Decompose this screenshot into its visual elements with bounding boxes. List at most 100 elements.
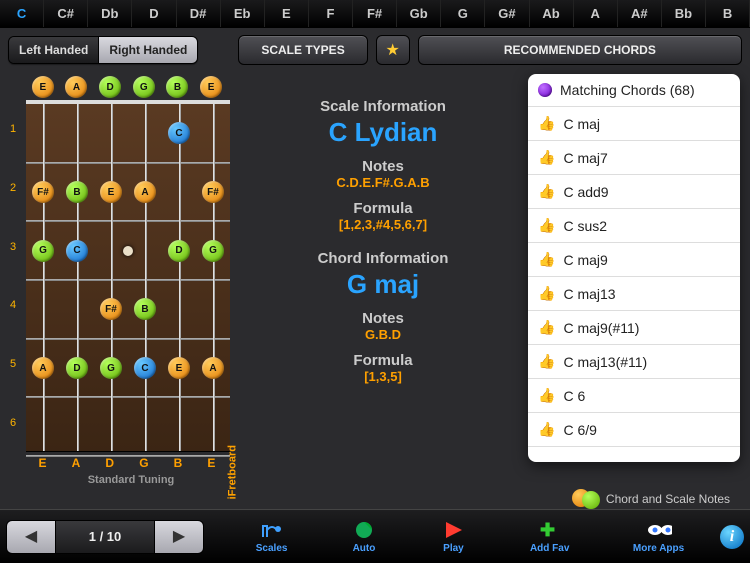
- fret-note[interactable]: D: [66, 357, 88, 379]
- fret-note[interactable]: D: [168, 240, 190, 262]
- key-B[interactable]: B: [706, 0, 750, 27]
- fret-note[interactable]: A: [32, 357, 54, 379]
- tab-add-fav[interactable]: ✚Add Fav: [530, 519, 569, 554]
- key-Gsharp[interactable]: G#: [485, 0, 529, 27]
- scale-formula: [1,2,3,#4,5,6,7]: [244, 217, 522, 232]
- chord-label: C maj13: [563, 286, 615, 302]
- string-label: E: [207, 456, 215, 470]
- chord-row[interactable]: 👍C add9: [528, 175, 740, 209]
- key-Eb[interactable]: Eb: [221, 0, 265, 27]
- scale-types-button[interactable]: SCALE TYPES: [238, 35, 367, 65]
- fret-note[interactable]: C: [134, 357, 156, 379]
- chord-notes: G.B.D: [244, 327, 522, 342]
- fret-note[interactable]: A: [134, 181, 156, 203]
- chord-row[interactable]: 👍C 6: [528, 379, 740, 413]
- fretboard-column: EADGBE CF#BEAF#GCDGF#BADGCEA EADGBE Stan…: [4, 76, 236, 509]
- chevron-left-icon: ◀: [25, 528, 37, 545]
- tab-label: More Apps: [633, 543, 684, 554]
- key-Dsharp[interactable]: D#: [177, 0, 221, 27]
- fret-note[interactable]: F#: [100, 298, 122, 320]
- tab-scales[interactable]: Scales: [256, 519, 288, 554]
- chord-notes-heading: Notes: [244, 310, 522, 327]
- chord-row[interactable]: 👍 C sus2: [528, 209, 740, 243]
- tab-label: Play: [443, 543, 464, 554]
- string-label: A: [72, 456, 81, 470]
- key-F[interactable]: F: [309, 0, 353, 27]
- string-label: E: [39, 456, 47, 470]
- star-icon: ★: [386, 40, 400, 60]
- chord-label: C maj13(#11): [563, 354, 647, 370]
- chord-formula-heading: Formula: [244, 352, 522, 369]
- right-handed-button[interactable]: Right Handed: [99, 37, 197, 63]
- key-D[interactable]: D: [132, 0, 176, 27]
- key-A[interactable]: A: [574, 0, 618, 27]
- chord-row[interactable]: 👍C maj7: [528, 141, 740, 175]
- formula-heading: Formula: [244, 200, 522, 217]
- info-button[interactable]: i: [720, 525, 744, 549]
- chord-row[interactable]: 👍C maj9(#11): [528, 311, 740, 345]
- thumbs-up-icon: 👍: [538, 217, 555, 234]
- chord-row[interactable]: 👍C maj13: [528, 277, 740, 311]
- tab-label: Auto: [353, 543, 376, 554]
- key-G[interactable]: G: [441, 0, 485, 27]
- bullet-icon: [538, 83, 552, 97]
- open-note: D: [99, 76, 121, 98]
- next-button[interactable]: ▶: [155, 520, 203, 554]
- fret-note[interactable]: F#: [32, 181, 54, 203]
- thumbs-up-icon: 👍: [538, 183, 555, 200]
- pager: ◀ 1 / 10 ▶: [6, 520, 204, 554]
- bottom-bar: ◀ 1 / 10 ▶ Scales Auto Play ✚Add Fav More Ap…: [0, 509, 750, 563]
- fret-number: 1: [4, 123, 22, 135]
- key-Bb[interactable]: Bb: [662, 0, 706, 27]
- chord-row[interactable]: 👍C 6/9: [528, 413, 740, 447]
- key-Fsharp[interactable]: F#: [353, 0, 397, 27]
- key-E[interactable]: E: [265, 0, 309, 27]
- legend: Chord and Scale Notes: [572, 489, 730, 509]
- key-Asharp[interactable]: A#: [618, 0, 662, 27]
- page-label: 1 / 10: [55, 520, 155, 554]
- favorite-star-button[interactable]: ★: [376, 35, 410, 65]
- key-Gb[interactable]: Gb: [397, 0, 441, 27]
- fret-note[interactable]: A: [202, 357, 224, 379]
- chord-row[interactable]: 👍 C maj9: [528, 243, 740, 277]
- toolbar: Left Handed Right Handed SCALE TYPES ★ R…: [0, 28, 750, 72]
- string-label: G: [139, 456, 148, 470]
- fret-note[interactable]: B: [134, 298, 156, 320]
- key-C[interactable]: C: [0, 0, 44, 27]
- thumbs-up-icon: 👍: [538, 251, 555, 268]
- chord-label: C sus2: [563, 218, 607, 234]
- fret-note[interactable]: G: [32, 240, 54, 262]
- fret-note[interactable]: C: [168, 122, 190, 144]
- fret-note[interactable]: C: [66, 240, 88, 262]
- scale-notes: C.D.E.F#.G.A.B: [244, 175, 522, 190]
- key-Csharp[interactable]: C#: [44, 0, 88, 27]
- tab-label: Add Fav: [530, 543, 569, 554]
- scales-icon: [259, 519, 285, 541]
- fret-number: 2: [4, 182, 22, 194]
- fretboard[interactable]: CF#BEAF#GCDGF#BADGCEA: [26, 100, 230, 452]
- tab-auto[interactable]: Auto: [351, 519, 377, 554]
- fret-note[interactable]: F#: [202, 181, 224, 203]
- fret-note[interactable]: E: [100, 181, 122, 203]
- open-note: A: [65, 76, 87, 98]
- tab-more-apps[interactable]: More Apps: [633, 519, 684, 554]
- fret-note[interactable]: B: [66, 181, 88, 203]
- key-Ab[interactable]: Ab: [530, 0, 574, 27]
- chords-list[interactable]: 👍C maj👍C maj7👍C add9👍C sus2👍C maj9👍C maj…: [528, 107, 740, 462]
- left-handed-button[interactable]: Left Handed: [9, 37, 99, 63]
- prev-button[interactable]: ◀: [7, 520, 55, 554]
- string-label: D: [105, 456, 114, 470]
- chord-row[interactable]: 👍C maj13(#11): [528, 345, 740, 379]
- string-label: B: [174, 456, 183, 470]
- tab-label: Scales: [256, 543, 288, 554]
- thumbs-up-icon: 👍: [538, 115, 555, 132]
- chord-row[interactable]: 👍C maj: [528, 107, 740, 141]
- key-Db[interactable]: Db: [88, 0, 132, 27]
- fret-note[interactable]: E: [168, 357, 190, 379]
- chord-label: C maj9: [563, 252, 607, 268]
- open-note: E: [200, 76, 222, 98]
- fret-note[interactable]: G: [100, 357, 122, 379]
- recommended-chords-button[interactable]: RECOMMENDED CHORDS: [418, 35, 742, 65]
- tab-play[interactable]: Play: [440, 519, 466, 554]
- fret-note[interactable]: G: [202, 240, 224, 262]
